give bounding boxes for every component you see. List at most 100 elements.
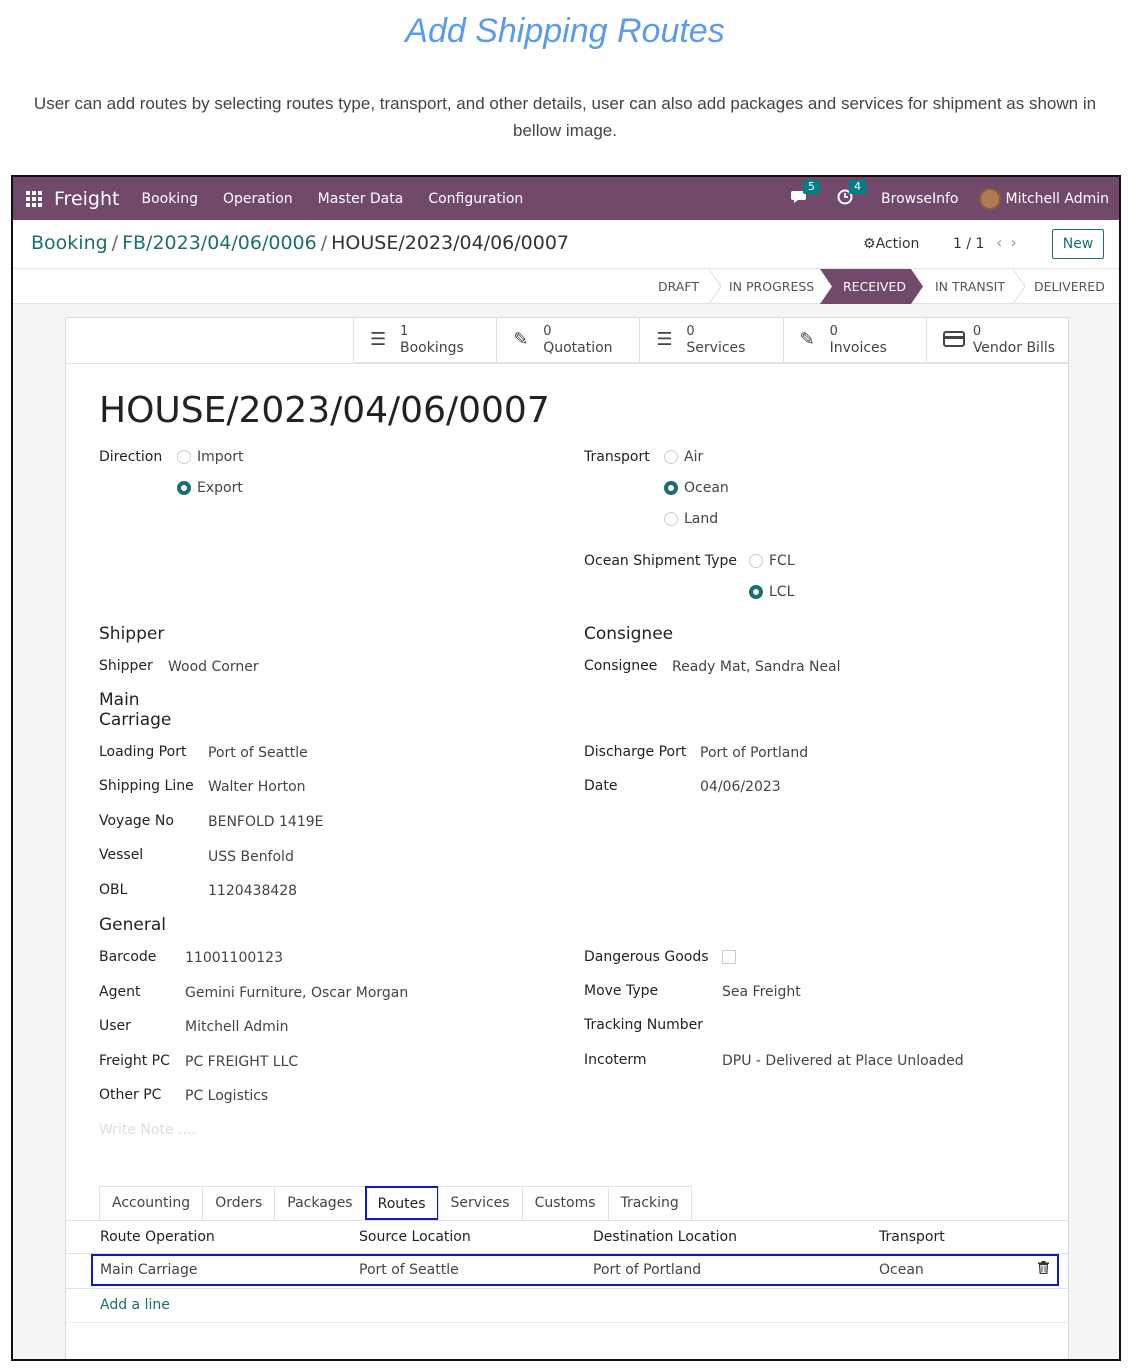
loading-port-field[interactable]: Port of Seattle [208, 745, 308, 761]
stage-draft[interactable]: DRAFT [658, 269, 699, 304]
credit-card-icon [942, 330, 965, 350]
smart-button-box: ☰ 1 Bookings ✎ 0 Quotation ☰ 0 Services ✎ 0… [353, 318, 1070, 363]
agent-field[interactable]: Gemini Furniture, Oscar Morgan [185, 985, 408, 1001]
smart-button-bookings[interactable]: ☰ 1 Bookings [353, 318, 497, 363]
tab-orders[interactable]: Orders [202, 1186, 276, 1220]
transport-ocean-label[interactable]: Ocean [684, 480, 729, 496]
edit-icon: ✎ [799, 329, 815, 350]
transport-land-radio[interactable] [664, 512, 678, 526]
column-route-operation[interactable]: Route Operation [100, 1229, 215, 1245]
tab-routes[interactable]: Routes [364, 1186, 439, 1220]
consignee-field[interactable]: Ready Mat, Sandra Neal [672, 659, 841, 675]
transport-ocean-radio[interactable] [664, 481, 678, 495]
stage-delivered[interactable]: DELIVERED [1034, 269, 1105, 304]
tab-tracking[interactable]: Tracking [607, 1186, 692, 1220]
transport-air-label[interactable]: Air [684, 449, 703, 465]
status-bar: DRAFT IN PROGRESS RECEIVED IN TRANSIT DE… [13, 268, 1119, 304]
vessel-label: Vessel [99, 847, 144, 863]
user-label: User [99, 1018, 131, 1034]
smart-button-services[interactable]: ☰ 0 Services [639, 318, 783, 363]
top-navbar: Freight Booking Operation Master Data Co… [13, 177, 1119, 220]
column-destination-location[interactable]: Destination Location [593, 1229, 737, 1245]
dangerous-goods-checkbox[interactable] [722, 950, 736, 964]
column-transport[interactable]: Transport [879, 1229, 945, 1245]
direction-import-label[interactable]: Import [197, 449, 243, 465]
trash-icon[interactable] [1038, 1261, 1049, 1278]
route-operation-cell[interactable]: Main Carriage [100, 1262, 197, 1278]
transport-land-label[interactable]: Land [684, 511, 718, 527]
move-type-field[interactable]: Sea Freight [722, 984, 801, 1000]
quotation-count: 0 [543, 324, 552, 339]
tab-accounting[interactable]: Accounting [99, 1186, 204, 1220]
direction-import-radio[interactable] [177, 450, 191, 464]
breadcrumb-parent-booking[interactable]: FB/2023/04/06/0006 [122, 232, 317, 254]
shipper-field[interactable]: Wood Corner [168, 659, 259, 675]
menu-configuration[interactable]: Configuration [428, 191, 523, 207]
ocean-lcl-label[interactable]: LCL [769, 584, 794, 600]
ocean-fcl-radio[interactable] [749, 554, 763, 568]
other-pc-field[interactable]: PC Logistics [185, 1088, 268, 1104]
smart-button-invoices[interactable]: ✎ 0 Invoices [782, 318, 926, 363]
gear-icon: ⚙ [863, 236, 876, 252]
transport-cell[interactable]: Ocean [879, 1262, 924, 1278]
tab-customs[interactable]: Customs [521, 1186, 609, 1220]
consignee-label: Consignee [584, 658, 658, 674]
discharge-port-field[interactable]: Port of Portland [700, 745, 808, 761]
app-screenshot-frame: Freight Booking Operation Master Data Co… [11, 175, 1121, 1361]
apps-menu-icon[interactable] [26, 190, 42, 207]
destination-location-cell[interactable]: Port of Portland [593, 1262, 701, 1278]
breadcrumb-booking[interactable]: Booking [31, 232, 108, 254]
vessel-field[interactable]: USS Benfold [208, 849, 294, 865]
messages-badge: 5 [803, 179, 821, 194]
user-avatar[interactable] [978, 187, 1001, 210]
shipping-line-field[interactable]: Walter Horton [208, 779, 306, 795]
incoterm-field[interactable]: DPU - Delivered at Place Unloaded [722, 1053, 964, 1069]
chevron-left-icon[interactable]: ‹ [996, 233, 1010, 252]
company-switcher[interactable]: BrowseInfo [881, 191, 958, 207]
source-location-cell[interactable]: Port of Seattle [359, 1262, 459, 1278]
action-menu[interactable]: ⚙Action [863, 236, 919, 252]
voyage-no-label: Voyage No [99, 813, 174, 829]
menu-operation[interactable]: Operation [223, 191, 293, 207]
user-field[interactable]: Mitchell Admin [185, 1019, 289, 1035]
add-a-line-link[interactable]: Add a line [100, 1297, 170, 1313]
barcode-label: Barcode [99, 949, 157, 965]
services-label: Services [686, 340, 746, 356]
voyage-no-field[interactable]: BENFOLD 1419E [208, 814, 324, 830]
pager-value[interactable]: 1 / 1 [953, 236, 984, 252]
stage-received[interactable]: RECEIVED [843, 269, 906, 304]
ocean-lcl-radio[interactable] [749, 585, 763, 599]
date-field[interactable]: 04/06/2023 [700, 779, 781, 795]
direction-export-radio[interactable] [177, 481, 191, 495]
stage-in-progress[interactable]: IN PROGRESS [729, 269, 814, 304]
messages-icon[interactable]: 5 [791, 179, 821, 209]
discharge-port-label: Discharge Port [584, 744, 687, 760]
agent-label: Agent [99, 984, 141, 1000]
obl-field[interactable]: 1120438428 [208, 883, 297, 899]
activity-clock-icon[interactable]: 4 [837, 179, 867, 209]
freight-pc-field[interactable]: PC FREIGHT LLC [185, 1054, 298, 1070]
tab-services[interactable]: Services [437, 1186, 523, 1220]
barcode-field[interactable]: 11001100123 [185, 950, 283, 966]
chevron-right-icon[interactable]: › [1010, 233, 1024, 252]
notebook-tabs: Accounting Orders Packages Routes Servic… [99, 1186, 692, 1220]
menu-booking[interactable]: Booking [141, 191, 198, 207]
direction-export-label[interactable]: Export [197, 480, 243, 496]
services-count: 0 [686, 324, 695, 339]
activities-badge: 4 [849, 179, 867, 194]
new-button[interactable]: New [1052, 229, 1104, 259]
stage-in-transit[interactable]: IN TRANSIT [935, 269, 1005, 304]
column-source-location[interactable]: Source Location [359, 1229, 471, 1245]
transport-air-radio[interactable] [664, 450, 678, 464]
incoterm-label: Incoterm [584, 1052, 647, 1068]
tab-packages[interactable]: Packages [274, 1186, 366, 1220]
ocean-fcl-label[interactable]: FCL [769, 553, 795, 569]
menu-master-data[interactable]: Master Data [318, 191, 404, 207]
smart-button-vendor-bills[interactable]: 0 Vendor Bills [925, 318, 1070, 363]
dangerous-goods-label: Dangerous Goods [584, 949, 709, 965]
app-brand[interactable]: Freight [54, 188, 119, 210]
note-field[interactable]: Write Note .... [99, 1122, 196, 1138]
smart-button-quotation[interactable]: ✎ 0 Quotation [496, 318, 640, 363]
user-menu[interactable]: Mitchell Admin [1006, 191, 1110, 207]
vendor-bills-count: 0 [972, 324, 982, 339]
